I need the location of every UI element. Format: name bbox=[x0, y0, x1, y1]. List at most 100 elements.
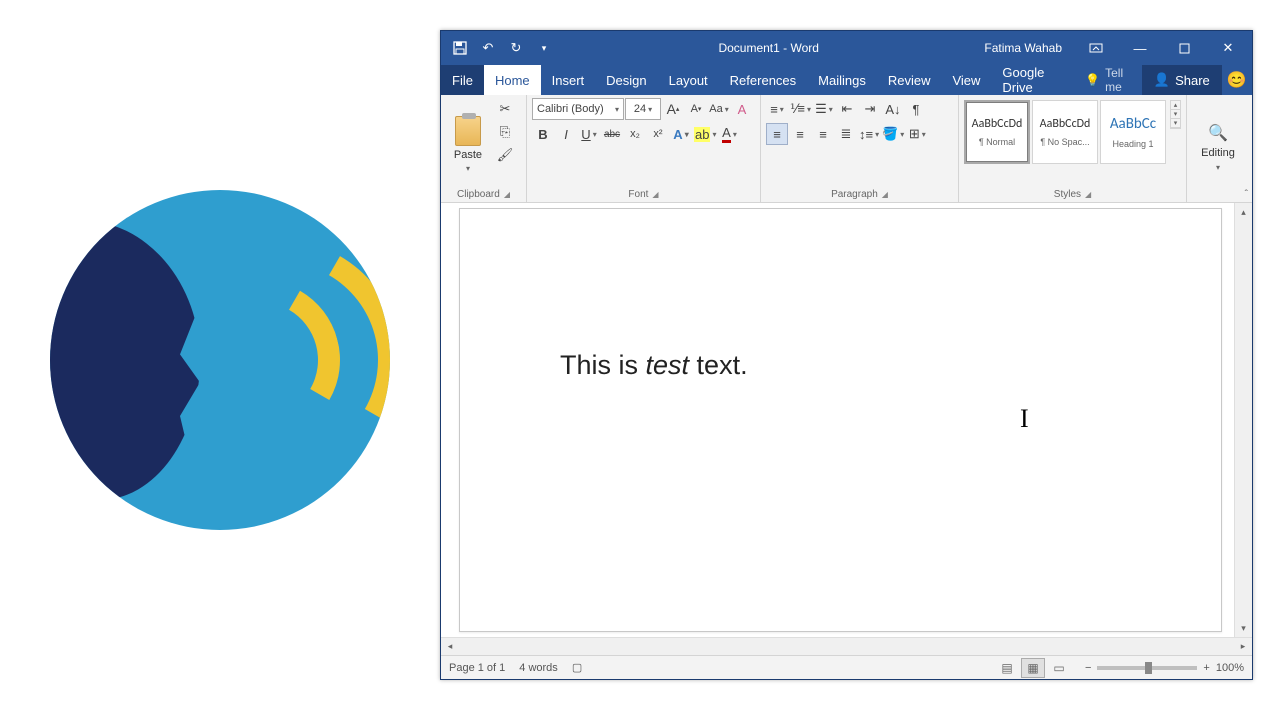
redo-button[interactable]: ↻ bbox=[503, 35, 529, 61]
style-no-spacing[interactable]: AaBbCcDd ¶ No Spac... bbox=[1032, 100, 1098, 164]
page-indicator[interactable]: Page 1 of 1 bbox=[449, 662, 505, 674]
increase-indent-button[interactable]: ⇥ bbox=[859, 98, 881, 120]
status-bar: Page 1 of 1 4 words ▢ ▤ ▦ ▭ − + 100% bbox=[441, 655, 1252, 679]
feedback-smiley-icon[interactable]: 😊 bbox=[1222, 65, 1252, 95]
word-count[interactable]: 4 words bbox=[519, 662, 558, 674]
scroll-right-icon[interactable]: ▸ bbox=[1234, 641, 1252, 652]
vertical-scrollbar[interactable]: ▴ ▾ bbox=[1234, 203, 1252, 637]
styles-launcher[interactable]: ◢ bbox=[1085, 190, 1091, 199]
qat-customize[interactable]: ▾ bbox=[531, 35, 557, 61]
font-color-button[interactable]: A▾ bbox=[718, 123, 740, 145]
tab-insert[interactable]: Insert bbox=[541, 65, 596, 95]
align-left-button[interactable]: ≡ bbox=[766, 123, 788, 145]
font-size-combo[interactable]: 24▾ bbox=[625, 98, 661, 120]
tab-mailings[interactable]: Mailings bbox=[807, 65, 877, 95]
align-right-button[interactable]: ≡ bbox=[812, 123, 834, 145]
paragraph-launcher[interactable]: ◢ bbox=[882, 190, 888, 199]
scissors-icon: ✂ bbox=[500, 101, 511, 117]
group-clipboard: Paste ▾ ✂ ⎘ 🖌 Clipboard ◢ bbox=[441, 95, 527, 202]
style-heading1[interactable]: AaBbCc Heading 1 bbox=[1100, 100, 1166, 164]
show-marks-button[interactable]: ¶ bbox=[905, 98, 927, 120]
proofing-icon[interactable]: ▢ bbox=[572, 661, 582, 674]
zoom-out-button[interactable]: − bbox=[1085, 662, 1091, 674]
tab-home[interactable]: Home bbox=[484, 65, 541, 95]
italic-button[interactable]: I bbox=[555, 123, 577, 145]
text-effects-button[interactable]: A▾ bbox=[670, 123, 692, 145]
clipboard-launcher[interactable]: ◢ bbox=[504, 190, 510, 199]
borders-button[interactable]: ⊞▾ bbox=[906, 123, 928, 145]
document-area[interactable]: This is test text. I ▴ ▾ bbox=[441, 203, 1252, 637]
scroll-left-icon[interactable]: ◂ bbox=[441, 641, 459, 652]
shrink-font-button[interactable]: A▾ bbox=[685, 98, 707, 120]
tab-layout[interactable]: Layout bbox=[658, 65, 719, 95]
subscript-button[interactable]: x₂ bbox=[624, 123, 646, 145]
group-paragraph: ≡▾ ⅟≡▾ ☰▾ ⇤ ⇥ A↓ ¶ ≡ ≡ ≡ ≣ ↕≡▾ 🪣▾ bbox=[761, 95, 959, 202]
bold-button[interactable]: B bbox=[532, 123, 554, 145]
highlight-button[interactable]: ab▾ bbox=[693, 123, 717, 145]
tab-google-drive[interactable]: Google Drive bbox=[991, 65, 1077, 95]
paste-icon bbox=[455, 116, 481, 146]
scroll-down-icon[interactable]: ▾ bbox=[1235, 619, 1252, 637]
shading-button[interactable]: 🪣▾ bbox=[881, 123, 905, 145]
line-spacing-button[interactable]: ↕≡▾ bbox=[858, 123, 880, 145]
bullets-button[interactable]: ≡▾ bbox=[766, 98, 788, 120]
word-window: ↶ ↻ ▾ Document1 - Word Fatima Wahab — ✕ … bbox=[440, 30, 1253, 680]
save-button[interactable] bbox=[447, 35, 473, 61]
tab-design[interactable]: Design bbox=[595, 65, 657, 95]
ribbon-options-icon[interactable] bbox=[1076, 31, 1116, 65]
horizontal-scrollbar[interactable]: ◂ ▸ bbox=[441, 637, 1252, 655]
share-button[interactable]: 👤 Share bbox=[1142, 65, 1222, 95]
lightbulb-icon: 💡 bbox=[1085, 73, 1100, 87]
speech-logo bbox=[0, 0, 440, 720]
underline-button[interactable]: U▾ bbox=[578, 123, 600, 145]
decrease-indent-button[interactable]: ⇤ bbox=[836, 98, 858, 120]
tell-me-search[interactable]: 💡 Tell me bbox=[1077, 65, 1142, 95]
format-painter-button[interactable]: 🖌 bbox=[494, 144, 516, 166]
read-mode-view[interactable]: ▤ bbox=[995, 658, 1019, 678]
sort-button[interactable]: A↓ bbox=[882, 98, 904, 120]
tab-file[interactable]: File bbox=[441, 65, 484, 95]
ribbon-tabs: File Home Insert Design Layout Reference… bbox=[441, 65, 1252, 95]
copy-icon: ⎘ bbox=[500, 124, 510, 140]
paste-button[interactable]: Paste ▾ bbox=[446, 98, 490, 186]
print-layout-view[interactable]: ▦ bbox=[1021, 658, 1045, 678]
group-styles: AaBbCcDd ¶ Normal AaBbCcDd ¶ No Spac... … bbox=[959, 95, 1187, 202]
collapse-ribbon-icon[interactable]: ˆ bbox=[1245, 189, 1248, 200]
maximize-button[interactable] bbox=[1164, 31, 1204, 65]
cut-button[interactable]: ✂ bbox=[494, 98, 516, 120]
titlebar: ↶ ↻ ▾ Document1 - Word Fatima Wahab — ✕ bbox=[441, 31, 1252, 65]
document-text[interactable]: This is test text. bbox=[560, 349, 748, 382]
scroll-up-icon[interactable]: ▴ bbox=[1235, 203, 1252, 221]
text-cursor-icon: I bbox=[1020, 404, 1029, 434]
find-icon[interactable]: 🔍 bbox=[1208, 123, 1228, 143]
undo-button[interactable]: ↶ bbox=[475, 35, 501, 61]
font-launcher[interactable]: ◢ bbox=[652, 190, 658, 199]
tab-references[interactable]: References bbox=[719, 65, 807, 95]
strikethrough-button[interactable]: abc bbox=[601, 123, 623, 145]
share-icon: 👤 bbox=[1154, 72, 1170, 88]
close-button[interactable]: ✕ bbox=[1208, 31, 1248, 65]
copy-button[interactable]: ⎘ bbox=[494, 121, 516, 143]
user-name[interactable]: Fatima Wahab bbox=[974, 41, 1072, 55]
grow-font-button[interactable]: A▴ bbox=[662, 98, 684, 120]
clear-formatting-button[interactable]: A bbox=[731, 98, 753, 120]
styles-scroll[interactable]: ▴▾▾ bbox=[1170, 100, 1181, 129]
superscript-button[interactable]: x² bbox=[647, 123, 669, 145]
font-name-combo[interactable]: Calibri (Body)▾ bbox=[532, 98, 624, 120]
zoom-in-button[interactable]: + bbox=[1203, 662, 1209, 674]
multilevel-button[interactable]: ☰▾ bbox=[813, 98, 835, 120]
style-normal[interactable]: AaBbCcDd ¶ Normal bbox=[964, 100, 1030, 164]
web-layout-view[interactable]: ▭ bbox=[1047, 658, 1071, 678]
group-editing: 🔍 Editing ▾ bbox=[1187, 95, 1249, 202]
align-center-button[interactable]: ≡ bbox=[789, 123, 811, 145]
group-font: Calibri (Body)▾ 24▾ A▴ A▾ Aa▾ A B I U▾ a… bbox=[527, 95, 761, 202]
minimize-button[interactable]: — bbox=[1120, 31, 1160, 65]
change-case-button[interactable]: Aa▾ bbox=[708, 98, 730, 120]
tab-review[interactable]: Review bbox=[877, 65, 942, 95]
justify-button[interactable]: ≣ bbox=[835, 123, 857, 145]
zoom-level[interactable]: 100% bbox=[1216, 662, 1244, 674]
tab-view[interactable]: View bbox=[941, 65, 991, 95]
numbering-button[interactable]: ⅟≡▾ bbox=[789, 98, 812, 120]
zoom-slider[interactable] bbox=[1097, 666, 1197, 670]
page[interactable]: This is test text. I bbox=[459, 208, 1222, 632]
